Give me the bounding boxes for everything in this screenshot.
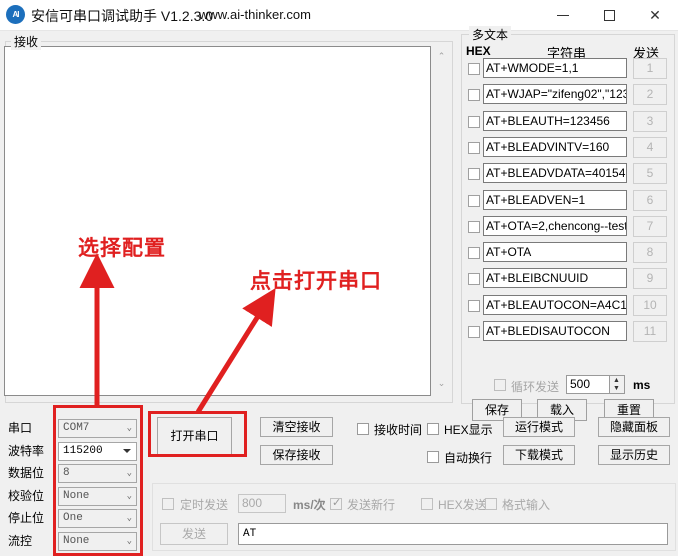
column-header-hex: HEX [466,44,491,58]
command-row: AT+BLEAUTOCON=A4C13 10 [461,294,675,320]
format-input-label: 格式输入 [502,498,551,512]
timed-send-checkbox[interactable] [162,498,174,510]
command-text-input[interactable]: AT+BLEDISAUTOCON [483,321,627,341]
multitext-legend: 多文本 [469,26,512,43]
annotation-click-open-port: 点击打开串口 [250,270,382,293]
check-icon: ✓ [332,497,342,509]
auto-wrap-label: 自动换行 [444,451,493,465]
scroll-down-icon[interactable]: ⌄ [433,376,450,393]
command-send-button[interactable]: 7 [633,215,667,237]
receive-legend: 接收 [11,33,42,50]
annotation-box-open-port [148,411,247,457]
command-hex-checkbox[interactable] [468,194,480,207]
hex-display-label: HEX显示 [444,423,493,437]
timed-send-unit: ms/次 [293,498,326,512]
command-text-input[interactable]: AT+WMODE=1,1 [483,58,627,78]
window-title: 安信可串口调试助手 V1.2.3.0 [31,8,214,24]
command-row: AT+BLEADVINTV=160 4 [461,136,675,162]
command-send-button[interactable]: 6 [633,189,667,211]
hex-display-checkbox[interactable] [427,423,439,435]
spinner-up-icon[interactable]: ▲ [610,377,623,385]
command-text-input[interactable]: AT+BLEADVINTV=160 [483,136,627,157]
command-row: AT+BLEAUTH=123456 3 [461,110,675,136]
command-send-button[interactable]: 11 [633,321,667,342]
annotation-select-config: 选择配置 [78,237,166,260]
command-hex-checkbox[interactable] [468,168,480,181]
command-text-input[interactable]: AT+WJAP="zifeng02","123 [483,84,627,105]
command-send-button[interactable]: 5 [633,163,667,185]
annotation-box-config [53,405,143,556]
save-receive-button[interactable]: 保存接收 [260,445,333,465]
loop-interval-spinner[interactable]: ▲ ▼ [610,375,625,394]
loop-interval-input[interactable]: 500 [566,375,610,394]
download-mode-button[interactable]: 下载模式 [503,445,575,465]
format-input-checkbox[interactable] [485,498,497,510]
command-hex-checkbox[interactable] [468,299,480,312]
receive-time-label: 接收时间 [374,423,423,437]
timed-send-label: 定时发送 [180,498,229,512]
command-hex-checkbox[interactable] [468,326,480,338]
app-logo-icon: AI [6,5,25,24]
command-hex-checkbox[interactable] [468,89,480,102]
command-row: AT+WJAP="zifeng02","123 2 [461,83,675,109]
command-hex-checkbox[interactable] [468,63,480,75]
command-text-input[interactable]: AT+BLEAUTOCON=A4C13 [483,294,627,315]
command-row: AT+BLEADVEN=1 6 [461,189,675,215]
receive-time-checkbox[interactable] [357,423,369,435]
receive-scrollbar[interactable]: ⌃ ⌄ [432,46,449,396]
command-send-button[interactable]: 2 [633,84,667,106]
command-text-input[interactable]: AT+BLEAUTH=123456 [483,110,627,131]
hex-send-label: HEX发送 [438,498,487,512]
command-hex-checkbox[interactable] [468,273,480,286]
command-send-button[interactable]: 9 [633,268,667,290]
window-url: www.ai-thinker.com [199,7,311,22]
scroll-up-icon[interactable]: ⌃ [433,49,450,66]
command-row: AT+BLEDISAUTOCON 11 [461,320,675,346]
command-text-input[interactable]: AT+BLEADVDATA=401546 [483,163,627,184]
command-send-button[interactable]: 8 [633,242,667,264]
send-button[interactable]: 发送 [160,523,228,545]
loop-send-label: 循环发送 [511,380,560,394]
command-send-button[interactable]: 4 [633,136,667,158]
command-row: AT+OTA 8 [461,241,675,267]
loop-send-row: 循环发送 500 ▲ ▼ ms [461,375,675,397]
hex-send-checkbox[interactable] [421,498,433,510]
show-history-button[interactable]: 显示历史 [598,445,670,465]
command-hex-checkbox[interactable] [468,247,480,260]
hide-panel-button[interactable]: 隐藏面板 [598,417,670,437]
clear-receive-button[interactable]: 清空接收 [260,417,333,437]
send-newline-checkbox[interactable]: ✓ [330,497,342,510]
command-row: AT+BLEADVDATA=401546 5 [461,162,675,188]
command-text-input[interactable]: AT+BLEIBCNUUID [483,268,627,289]
command-text-input[interactable]: AT+OTA [483,242,627,263]
command-row: AT+BLEIBCNUUID 9 [461,267,675,293]
send-input[interactable]: AT [238,523,668,545]
command-text-input[interactable]: AT+OTA=2,chencong--test [483,215,627,236]
command-hex-checkbox[interactable] [468,141,480,154]
auto-wrap-checkbox[interactable] [427,451,439,463]
send-newline-label: 发送新行 [347,498,396,512]
command-row: AT+WMODE=1,1 1 [461,57,675,83]
command-send-button[interactable]: 3 [633,110,667,132]
loop-send-checkbox[interactable] [494,379,506,391]
loop-unit-label: ms [633,378,651,392]
command-row: AT+OTA=2,chencong--test 7 [461,215,675,241]
command-send-button[interactable]: 10 [633,294,667,316]
command-send-button[interactable]: 1 [633,58,667,79]
receive-textarea[interactable] [4,46,431,396]
timed-send-input[interactable]: 800 [238,494,286,513]
command-hex-checkbox[interactable] [468,115,480,128]
multitext-group: 多文本 HEX 字符串 发送 AT+WMODE=1,1 1 AT+WJAP="zif… [461,26,675,421]
command-hex-checkbox[interactable] [468,220,480,233]
command-text-input[interactable]: AT+BLEADVEN=1 [483,189,627,210]
spinner-down-icon[interactable]: ▼ [610,385,623,393]
run-mode-button[interactable]: 运行模式 [503,417,575,437]
